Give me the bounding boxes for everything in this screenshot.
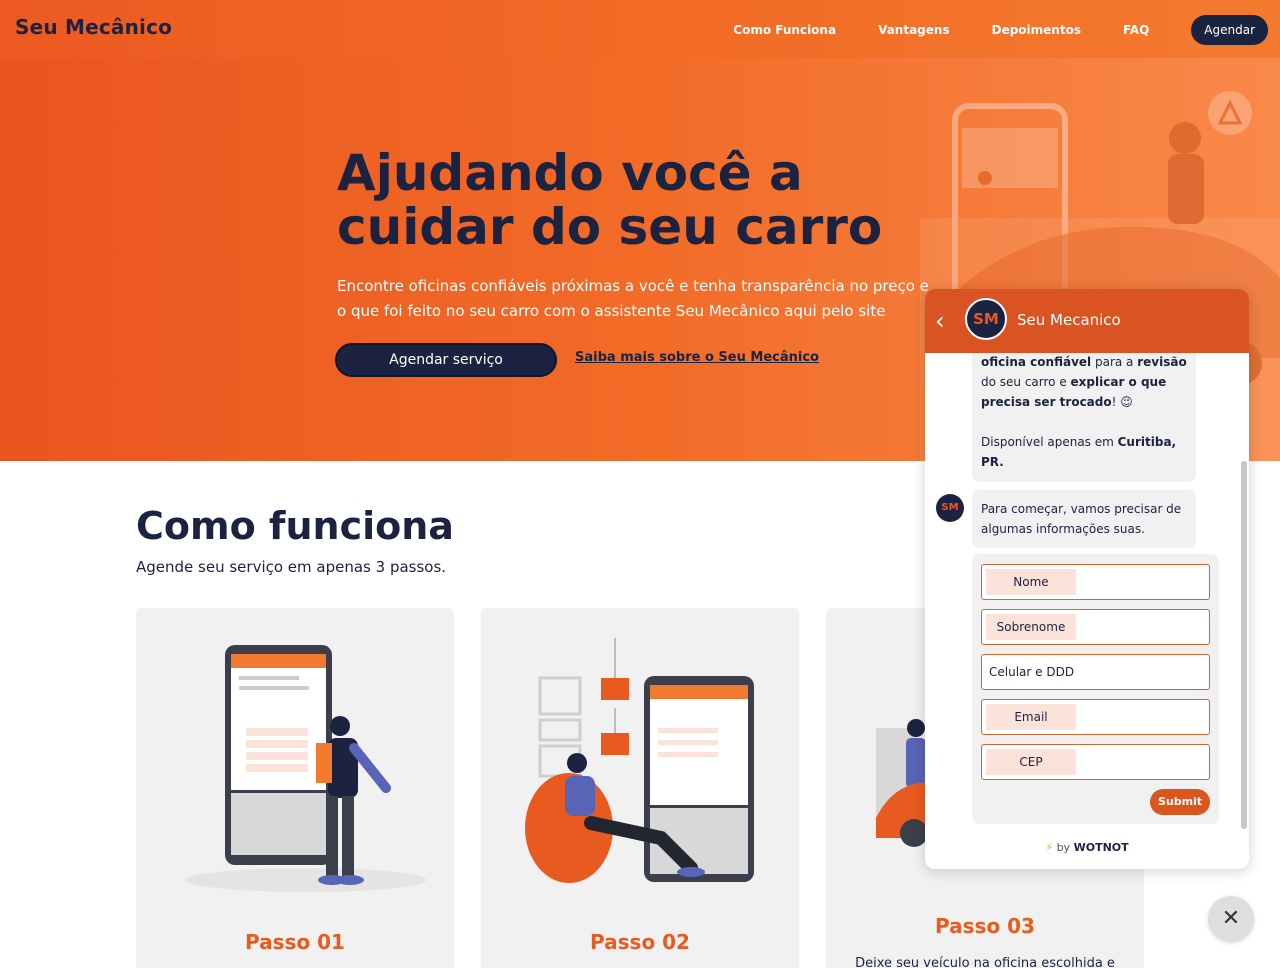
lead-form: Nome Sobrenome Celular e DDD Email CEP S…	[972, 554, 1219, 824]
agendar-servico-button[interactable]: Agendar serviço	[335, 343, 557, 377]
step-card-2: Passo 02	[481, 608, 799, 968]
chat-scrollbar[interactable]	[1241, 461, 1247, 829]
message-bold-text: revisão	[1137, 355, 1187, 369]
chat-widget: ‹ SM Seu Mecanico oficina confiável para…	[925, 289, 1249, 869]
cep-field[interactable]: CEP	[981, 744, 1210, 780]
nav-link-vantagens[interactable]: Vantagens	[878, 15, 950, 45]
message-text: ! 😉	[1111, 395, 1133, 409]
section-title: Como funciona	[136, 504, 454, 548]
step-2-label: Passo 02	[590, 930, 690, 954]
nome-field[interactable]: Nome	[981, 564, 1210, 600]
bot-message-bubble: oficina confiável para a revisão do seu …	[972, 353, 1196, 482]
saiba-mais-link[interactable]: Saiba mais sobre o Seu Mecânico	[575, 350, 819, 365]
hero-title: Ajudando você a cuidar do seu carro	[337, 146, 957, 254]
celular-field[interactable]: Celular e DDD	[981, 654, 1210, 690]
sobrenome-field[interactable]: Sobrenome	[981, 609, 1210, 645]
step-2-illustration	[525, 638, 754, 883]
chat-title: Seu Mecanico	[1017, 311, 1121, 329]
bot-message-bubble: Para começar, vamos precisar de algumas …	[972, 490, 1196, 548]
nav-link-como-funciona[interactable]: Como Funciona	[733, 15, 836, 45]
back-icon[interactable]: ‹	[935, 307, 955, 335]
nav-link-faq[interactable]: FAQ	[1123, 15, 1149, 45]
message-text: para a	[1091, 355, 1138, 369]
field-label: CEP	[986, 749, 1076, 775]
message-bold-text: oficina confiável	[981, 355, 1092, 369]
wotnot-brand[interactable]: WOTNOT	[1074, 841, 1129, 854]
message-text: do seu carro e	[981, 375, 1071, 389]
submit-button[interactable]: Submit	[1150, 789, 1210, 815]
field-label: Celular e DDD	[989, 665, 1075, 679]
chat-header: ‹ SM Seu Mecanico	[925, 289, 1249, 353]
footer-by-text: by	[1056, 841, 1074, 854]
hero-subtitle: Encontre oficinas confiáveis próximas a …	[337, 277, 929, 320]
nav-links: Como Funciona Vantagens Depoimentos FAQ …	[733, 15, 1268, 45]
field-label: Nome	[986, 569, 1076, 595]
brand-logo[interactable]: Seu Mecânico	[15, 15, 172, 39]
step-1-illustration	[186, 645, 426, 892]
field-label: Email	[986, 704, 1076, 730]
step-1-label: Passo 01	[245, 930, 345, 954]
bot-avatar: SM	[936, 494, 964, 522]
hero-title-line-2: cuidar do seu carro	[337, 198, 883, 256]
message-text: Disponível apenas em	[981, 435, 1118, 449]
step-3-label: Passo 03	[935, 914, 1035, 938]
step-card-1: Passo 01	[136, 608, 454, 968]
chat-footer: ⚡ by WOTNOT	[925, 841, 1249, 865]
chat-messages[interactable]: oficina confiável para a revisão do seu …	[925, 353, 1249, 839]
bolt-icon: ⚡	[1045, 841, 1054, 854]
chat-avatar: SM	[965, 298, 1007, 340]
field-label: Sobrenome	[986, 614, 1076, 640]
step-3-description: Deixe seu veículo na oficina escolhida e	[855, 956, 1115, 968]
hero-title-line-1: Ajudando você a	[337, 144, 803, 202]
section-subtitle: Agende seu serviço em apenas 3 passos.	[136, 558, 447, 576]
top-navbar: Seu Mecânico Como Funciona Vantagens Dep…	[0, 0, 1280, 58]
close-chat-button[interactable]: ✕	[1208, 896, 1254, 942]
email-field[interactable]: Email	[981, 699, 1210, 735]
nav-link-depoimentos[interactable]: Depoimentos	[992, 15, 1081, 45]
agendar-button[interactable]: Agendar	[1191, 15, 1268, 45]
